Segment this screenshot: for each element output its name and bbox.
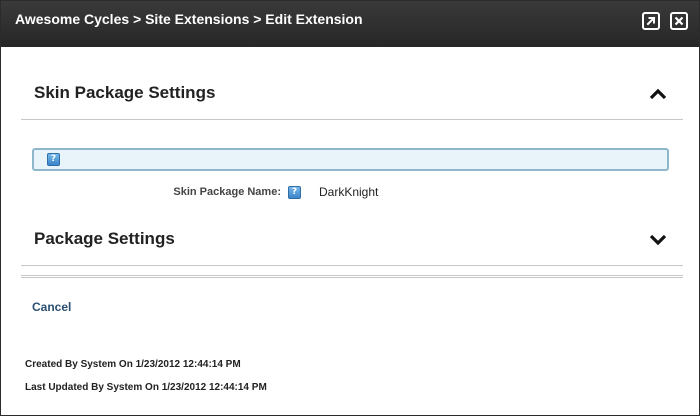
- help-icon[interactable]: ?: [47, 153, 60, 166]
- created-by-text: Created By System On 1/23/2012 12:44:14 …: [25, 359, 241, 370]
- window-title: Awesome Cycles > Site Extensions > Edit …: [15, 11, 363, 27]
- close-button[interactable]: [670, 12, 688, 30]
- edit-extension-dialog: Awesome Cycles > Site Extensions > Edit …: [0, 0, 700, 416]
- last-updated-text: Last Updated By System On 1/23/2012 12:4…: [25, 382, 267, 393]
- skin-package-name-label: Skin Package Name:: [173, 186, 281, 198]
- skin-package-name-value: DarkKnight: [319, 185, 379, 199]
- close-x-icon: [674, 16, 684, 26]
- section-title: Package Settings: [34, 229, 175, 248]
- help-icon[interactable]: ?: [288, 186, 301, 199]
- cancel-link[interactable]: Cancel: [32, 300, 71, 314]
- chevron-up-icon[interactable]: [649, 88, 667, 100]
- actions-divider: [21, 275, 683, 278]
- skin-package-settings-header[interactable]: Skin Package Settings: [21, 73, 683, 120]
- section-title: Skin Package Settings: [34, 83, 216, 102]
- package-settings-header[interactable]: Package Settings: [21, 219, 683, 266]
- expand-arrow-icon: [646, 16, 656, 26]
- title-bar: Awesome Cycles > Site Extensions > Edit …: [1, 1, 699, 47]
- info-message-bar: ?: [32, 148, 669, 171]
- skin-package-name-row: Skin Package Name: ? DarkKnight: [1, 185, 699, 201]
- chevron-down-icon[interactable]: [649, 234, 667, 246]
- maximize-button[interactable]: [642, 12, 660, 30]
